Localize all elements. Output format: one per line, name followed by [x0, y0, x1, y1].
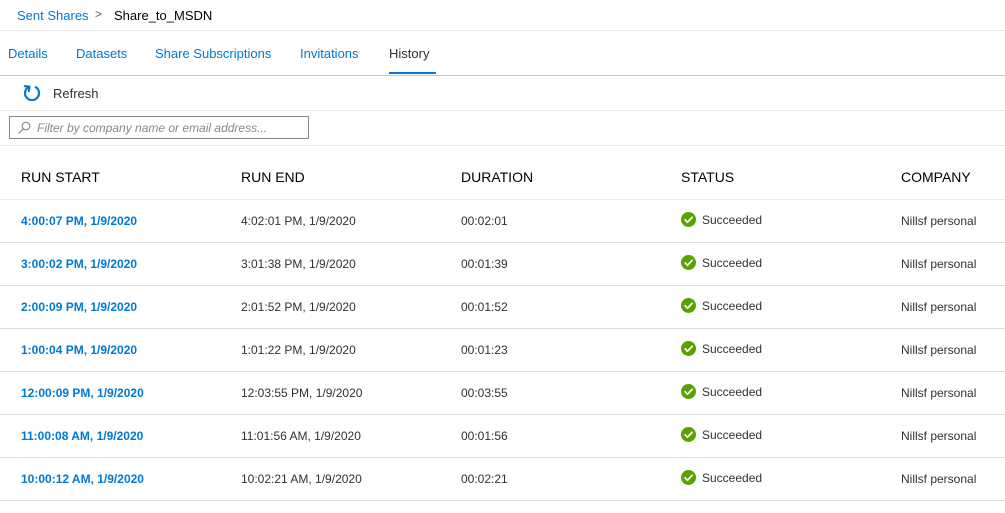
status-text: Succeeded [702, 212, 763, 227]
breadcrumb-separator: > [95, 7, 103, 21]
column-header-status[interactable]: STATUS [681, 169, 734, 185]
company-cell: Nillsf personal [901, 472, 977, 486]
status-text: Succeeded [702, 298, 763, 313]
command-bar: Refresh [0, 76, 1005, 111]
run-start-link[interactable]: 1:00:04 PM, 1/9/2020 [21, 343, 137, 357]
success-check-icon [681, 470, 696, 485]
run-end-cell: 1:01:22 PM, 1/9/2020 [241, 343, 356, 357]
success-check-icon [681, 212, 696, 227]
run-start-link[interactable]: 2:00:09 PM, 1/9/2020 [21, 300, 137, 314]
history-table: RUN START RUN END DURATION STATUS COMPAN… [0, 155, 1005, 501]
column-header-run-end[interactable]: RUN END [241, 169, 305, 185]
table-row: 4:00:07 PM, 1/9/2020 4:02:01 PM, 1/9/202… [0, 200, 1005, 243]
tab-bar: Details Datasets Share Subscriptions Inv… [0, 31, 1005, 76]
success-check-icon [681, 255, 696, 270]
breadcrumb: Sent Shares > Share_to_MSDN [0, 0, 1005, 31]
status-cell: Succeeded [681, 298, 762, 313]
active-tab-indicator [389, 72, 436, 74]
success-check-icon [681, 341, 696, 356]
refresh-label: Refresh [53, 85, 99, 101]
company-cell: Nillsf personal [901, 386, 977, 400]
duration-cell: 00:03:55 [461, 386, 508, 400]
status-cell: Succeeded [681, 427, 762, 442]
company-cell: Nillsf personal [901, 429, 977, 443]
search-icon [18, 121, 31, 134]
company-cell: Nillsf personal [901, 300, 977, 314]
run-start-link[interactable]: 10:00:12 AM, 1/9/2020 [21, 472, 144, 486]
status-text: Succeeded [702, 341, 763, 356]
status-cell: Succeeded [681, 341, 762, 356]
company-cell: Nillsf personal [901, 343, 977, 357]
success-check-icon [681, 384, 696, 399]
status-cell: Succeeded [681, 255, 762, 270]
column-header-company[interactable]: COMPANY [901, 169, 971, 185]
table-header-row: RUN START RUN END DURATION STATUS COMPAN… [0, 155, 1005, 200]
company-cell: Nillsf personal [901, 214, 977, 228]
duration-cell: 00:01:52 [461, 300, 508, 314]
status-cell: Succeeded [681, 470, 762, 485]
refresh-icon [23, 85, 41, 102]
table-row: 3:00:02 PM, 1/9/2020 3:01:38 PM, 1/9/202… [0, 243, 1005, 286]
breadcrumb-sent-shares-link[interactable]: Sent Shares [17, 8, 89, 23]
run-start-link[interactable]: 4:00:07 PM, 1/9/2020 [21, 214, 137, 228]
table-row: 10:00:12 AM, 1/9/2020 10:02:21 AM, 1/9/2… [0, 458, 1005, 501]
tab-details[interactable]: Details [8, 46, 48, 61]
run-end-cell: 11:01:56 AM, 1/9/2020 [241, 429, 361, 443]
status-text: Succeeded [702, 255, 763, 270]
run-end-cell: 3:01:38 PM, 1/9/2020 [241, 257, 356, 271]
success-check-icon [681, 427, 696, 442]
tab-invitations[interactable]: Invitations [300, 46, 359, 61]
duration-cell: 00:02:21 [461, 472, 508, 486]
tab-datasets[interactable]: Datasets [76, 46, 127, 61]
run-start-link[interactable]: 3:00:02 PM, 1/9/2020 [21, 257, 137, 271]
duration-cell: 00:01:56 [461, 429, 508, 443]
duration-cell: 00:02:01 [461, 214, 508, 228]
tab-share-subscriptions[interactable]: Share Subscriptions [155, 46, 271, 61]
run-end-cell: 12:03:55 PM, 1/9/2020 [241, 386, 363, 400]
column-header-run-start[interactable]: RUN START [21, 169, 100, 185]
run-start-link[interactable]: 12:00:09 PM, 1/9/2020 [21, 386, 144, 400]
table-row: 12:00:09 PM, 1/9/2020 12:03:55 PM, 1/9/2… [0, 372, 1005, 415]
breadcrumb-current: Share_to_MSDN [114, 8, 213, 23]
run-end-cell: 2:01:52 PM, 1/9/2020 [241, 300, 356, 314]
status-text: Succeeded [702, 427, 763, 442]
run-end-cell: 4:02:01 PM, 1/9/2020 [241, 214, 356, 228]
duration-cell: 00:01:39 [461, 257, 508, 271]
duration-cell: 00:01:23 [461, 343, 508, 357]
company-cell: Nillsf personal [901, 257, 977, 271]
status-text: Succeeded [702, 470, 763, 485]
tab-history[interactable]: History [389, 46, 429, 61]
table-row: 2:00:09 PM, 1/9/2020 2:01:52 PM, 1/9/202… [0, 286, 1005, 329]
column-header-duration[interactable]: DURATION [461, 169, 533, 185]
filter-box [9, 116, 309, 139]
success-check-icon [681, 298, 696, 313]
run-end-cell: 10:02:21 AM, 1/9/2020 [241, 472, 362, 486]
status-cell: Succeeded [681, 384, 762, 399]
run-start-link[interactable]: 11:00:08 AM, 1/9/2020 [21, 429, 143, 443]
refresh-button[interactable]: Refresh [22, 82, 99, 104]
filter-bar [0, 111, 1005, 146]
status-text: Succeeded [702, 384, 763, 399]
status-cell: Succeeded [681, 212, 762, 227]
table-row: 1:00:04 PM, 1/9/2020 1:01:22 PM, 1/9/202… [0, 329, 1005, 372]
table-row: 11:00:08 AM, 1/9/2020 11:01:56 AM, 1/9/2… [0, 415, 1005, 458]
filter-input[interactable] [37, 117, 302, 138]
